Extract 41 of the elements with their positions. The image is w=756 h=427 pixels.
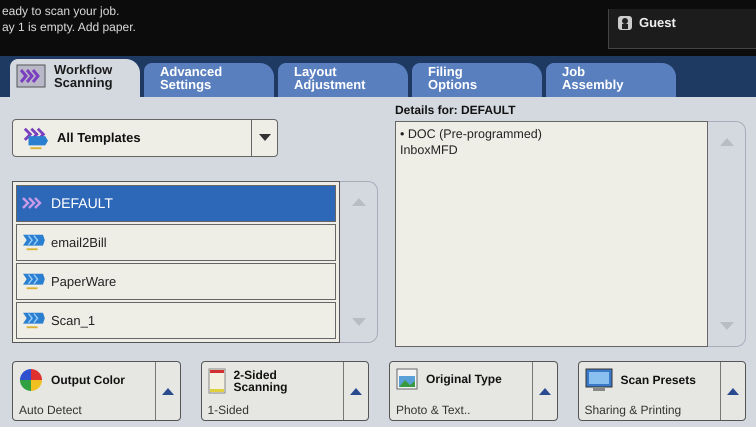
scroll-up-icon[interactable] — [720, 138, 734, 146]
page-icon — [208, 368, 226, 394]
template-icon — [21, 271, 45, 292]
feature-button[interactable]: Output Color Auto Detect — [12, 361, 180, 421]
caret-up-icon — [727, 388, 739, 394]
details-heading: Details for: DEFAULT — [395, 102, 516, 119]
scroll-bar[interactable] — [708, 120, 746, 347]
details-line: InboxMFD — [400, 142, 459, 158]
template-icon — [21, 232, 45, 252]
color-wheel-icon — [19, 368, 43, 392]
template-list-item[interactable]: Scan_1 — [16, 302, 336, 339]
user-button[interactable]: Guest — [608, 9, 756, 49]
template-icon — [21, 124, 49, 151]
feature-button[interactable]: Original Type Photo & Text.. — [389, 361, 558, 421]
tab[interactable]: Layout Adjustment — [278, 62, 408, 97]
caret-up-icon — [538, 388, 550, 394]
tab[interactable]: Workflow Scanning — [10, 58, 140, 97]
template-filter-dropdown[interactable]: All Templates — [12, 118, 278, 157]
tab[interactable]: Advanced Settings — [144, 62, 274, 97]
feature-button[interactable]: 2-Sided Scanning 1-Sided — [200, 361, 369, 421]
scroll-down-icon[interactable] — [720, 322, 734, 330]
status-message: ay 1 is empty. Add paper. — [2, 19, 136, 35]
scroll-up-icon[interactable] — [352, 198, 366, 206]
feature-button[interactable]: Scan Presets Sharing & Printing — [578, 361, 746, 421]
template-list-item[interactable]: email2Bill — [16, 224, 336, 261]
template-list-item[interactable]: DEFAULT — [16, 184, 336, 222]
tab[interactable]: Job Assembly — [546, 62, 676, 97]
status-message: eady to scan your job. — [2, 3, 120, 19]
template-icon — [21, 310, 45, 330]
scroll-bar[interactable] — [340, 180, 378, 343]
caret-up-icon — [350, 388, 362, 394]
monitor-icon — [584, 368, 612, 392]
dropdown-caret-icon — [258, 134, 270, 142]
template-list-item[interactable]: PaperWare — [16, 262, 336, 300]
picture-icon — [396, 368, 418, 390]
caret-up-icon — [162, 388, 174, 394]
tab[interactable]: Filing Options — [412, 62, 542, 97]
details-line: • DOC (Pre-programmed) — [400, 126, 543, 142]
user-key-icon — [617, 15, 633, 31]
scan-chevrons-icon — [16, 64, 46, 88]
scroll-down-icon[interactable] — [352, 318, 366, 326]
